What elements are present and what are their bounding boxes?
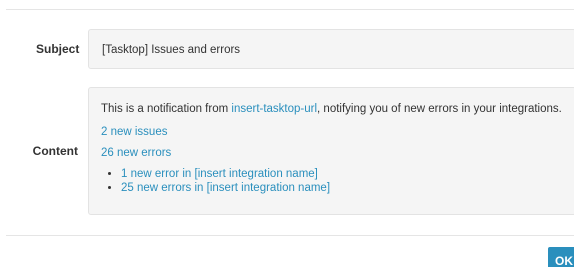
error-item-link[interactable]: 1 new error in [insert integration name] xyxy=(121,168,318,180)
tasktop-url-link[interactable]: insert-tasktop-url xyxy=(231,103,317,115)
intro-text: This is a notification from insert-taskt… xyxy=(101,102,562,116)
content-body: This is a notification from insert-taskt… xyxy=(101,102,562,195)
new-errors-link[interactable]: 26 new errors xyxy=(101,147,171,159)
list-item: 1 new error in [insert integration name] xyxy=(121,167,562,181)
intro-prefix: This is a notification from xyxy=(101,103,232,115)
top-divider xyxy=(6,9,574,10)
ok-button[interactable]: OK xyxy=(548,247,574,267)
error-list: 1 new error in [insert integration name]… xyxy=(101,167,562,195)
content-box: This is a notification from insert-taskt… xyxy=(88,87,574,215)
subject-label: Subject xyxy=(36,42,80,56)
error-item-link[interactable]: 25 new errors in [insert integration nam… xyxy=(121,182,330,194)
subject-value: [Tasktop] Issues and errors xyxy=(102,44,241,56)
notification-preview: Subject [Tasktop] Issues and errors Cont… xyxy=(0,0,574,267)
intro-suffix: , notifying you of new errors in your in… xyxy=(317,103,562,115)
issues-line: 2 new issues xyxy=(101,125,562,139)
bottom-divider xyxy=(6,235,574,236)
errors-line: 26 new errors xyxy=(101,146,562,160)
subject-box: [Tasktop] Issues and errors xyxy=(88,29,574,69)
new-issues-link[interactable]: 2 new issues xyxy=(101,126,167,138)
content-label: Content xyxy=(32,144,78,158)
list-item: 25 new errors in [insert integration nam… xyxy=(121,181,562,195)
